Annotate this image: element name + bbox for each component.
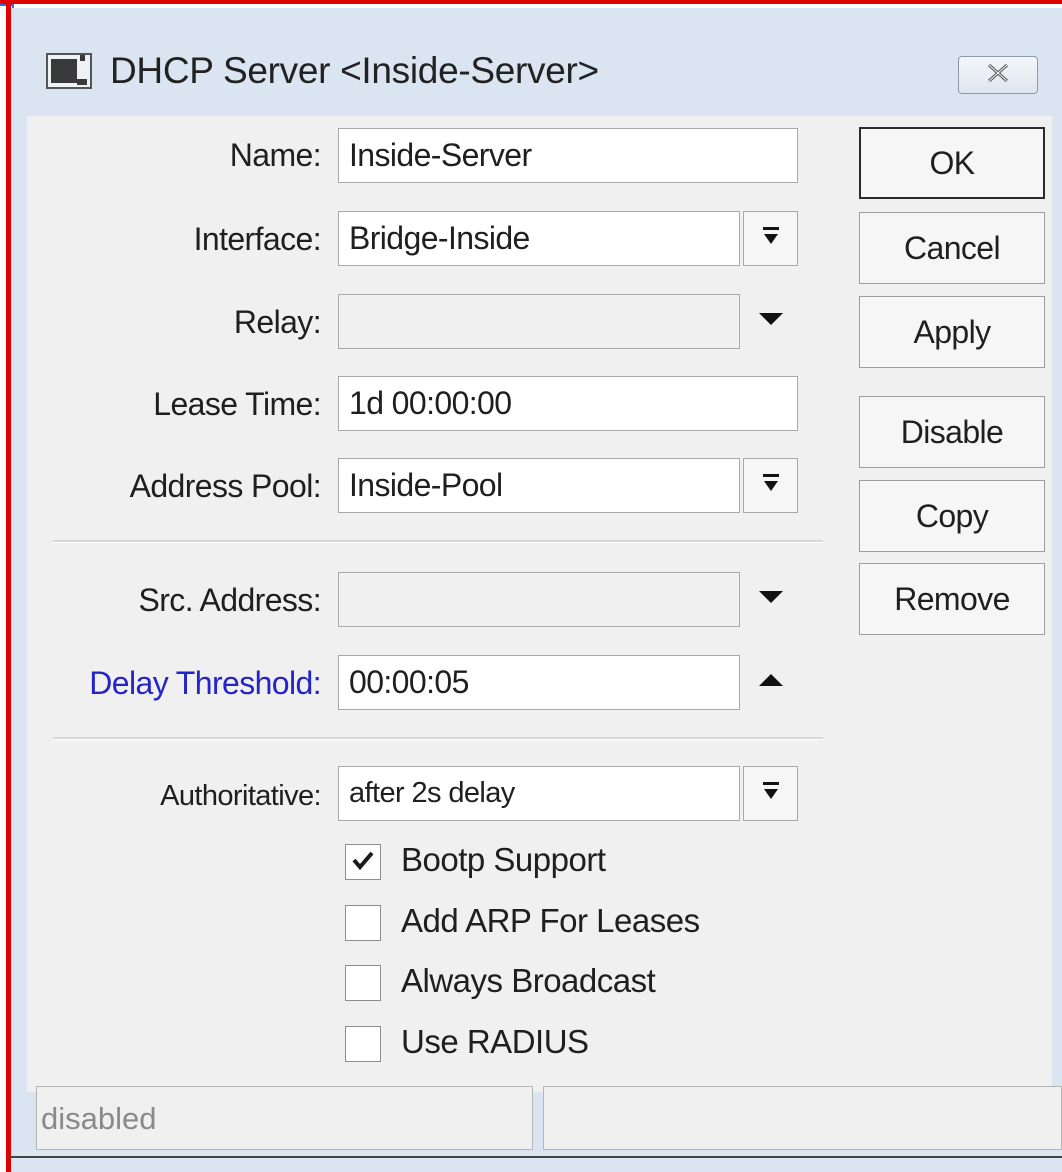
dropdown-arrow-icon <box>762 473 780 498</box>
use-radius-checkbox[interactable] <box>345 1026 381 1062</box>
status-bar-right <box>543 1086 1062 1150</box>
name-field[interactable]: Inside-Server <box>338 128 798 183</box>
name-label: Name: <box>229 137 322 173</box>
relay-label: Relay: <box>233 304 322 340</box>
ok-button[interactable]: OK <box>859 127 1045 199</box>
use-radius-label: Use RADIUS <box>401 1023 589 1060</box>
window-bottom-edge <box>10 1156 1062 1158</box>
always-broadcast-label: Always Broadcast <box>401 962 656 999</box>
authoritative-label: Authoritative: <box>160 780 321 812</box>
disable-button[interactable]: Disable <box>859 396 1045 468</box>
title-bar[interactable]: DHCP Server <Inside-Server> <box>10 8 1062 123</box>
dhcp-server-window: DHCP Server <Inside-Server> Name: Inside… <box>10 8 1062 1172</box>
dropdown-arrow-icon <box>762 781 780 806</box>
src-address-label: Src. Address: <box>138 582 322 618</box>
cancel-button[interactable]: Cancel <box>859 212 1045 284</box>
triangle-down-icon <box>758 589 784 610</box>
interface-field[interactable]: Bridge-Inside <box>338 211 740 266</box>
close-button[interactable] <box>958 56 1038 94</box>
interface-dropdown-button[interactable] <box>743 211 798 266</box>
always-broadcast-checkbox[interactable] <box>345 965 381 1001</box>
triangle-down-icon <box>758 311 784 332</box>
delay-threshold-label: Delay Threshold: <box>89 665 321 701</box>
add-arp-for-leases-checkbox[interactable] <box>345 905 381 941</box>
delay-threshold-collapse-button[interactable] <box>749 660 793 704</box>
annotation-border-top <box>0 0 1062 4</box>
triangle-up-icon <box>758 672 784 693</box>
src-address-expand-button[interactable] <box>749 577 793 621</box>
copy-button[interactable]: Copy <box>859 480 1045 552</box>
bootp-support-checkbox[interactable] <box>345 844 381 880</box>
delay-threshold-field[interactable]: 00:00:05 <box>338 655 740 710</box>
bootp-support-label: Bootp Support <box>401 841 606 878</box>
address-pool-dropdown-button[interactable] <box>743 458 798 513</box>
window-title: DHCP Server <Inside-Server> <box>110 50 599 91</box>
interface-label: Interface: <box>193 221 322 257</box>
lease-time-field[interactable]: 1d 00:00:00 <box>338 376 798 431</box>
address-pool-field[interactable]: Inside-Pool <box>338 458 740 513</box>
relay-expand-button[interactable] <box>749 299 793 343</box>
relay-field[interactable] <box>338 294 740 349</box>
dropdown-arrow-icon <box>762 226 780 251</box>
separator <box>53 737 823 740</box>
remove-button[interactable]: Remove <box>859 563 1045 635</box>
apply-button[interactable]: Apply <box>859 296 1045 368</box>
authoritative-dropdown-button[interactable] <box>743 766 798 821</box>
address-pool-label: Address Pool: <box>129 468 322 504</box>
annotation-border-left <box>6 0 11 1172</box>
status-bar-left: disabled <box>36 1086 533 1150</box>
form-panel: Name: Inside-Server Interface: Bridge-In… <box>27 116 1052 1092</box>
window-icon <box>46 53 92 89</box>
checkmark-icon <box>351 849 375 876</box>
src-address-field[interactable] <box>338 572 740 627</box>
lease-time-label: Lease Time: <box>153 386 321 422</box>
close-icon <box>985 62 1011 89</box>
separator <box>53 540 823 543</box>
authoritative-field[interactable]: after 2s delay <box>338 766 740 821</box>
add-arp-for-leases-label: Add ARP For Leases <box>401 902 700 939</box>
